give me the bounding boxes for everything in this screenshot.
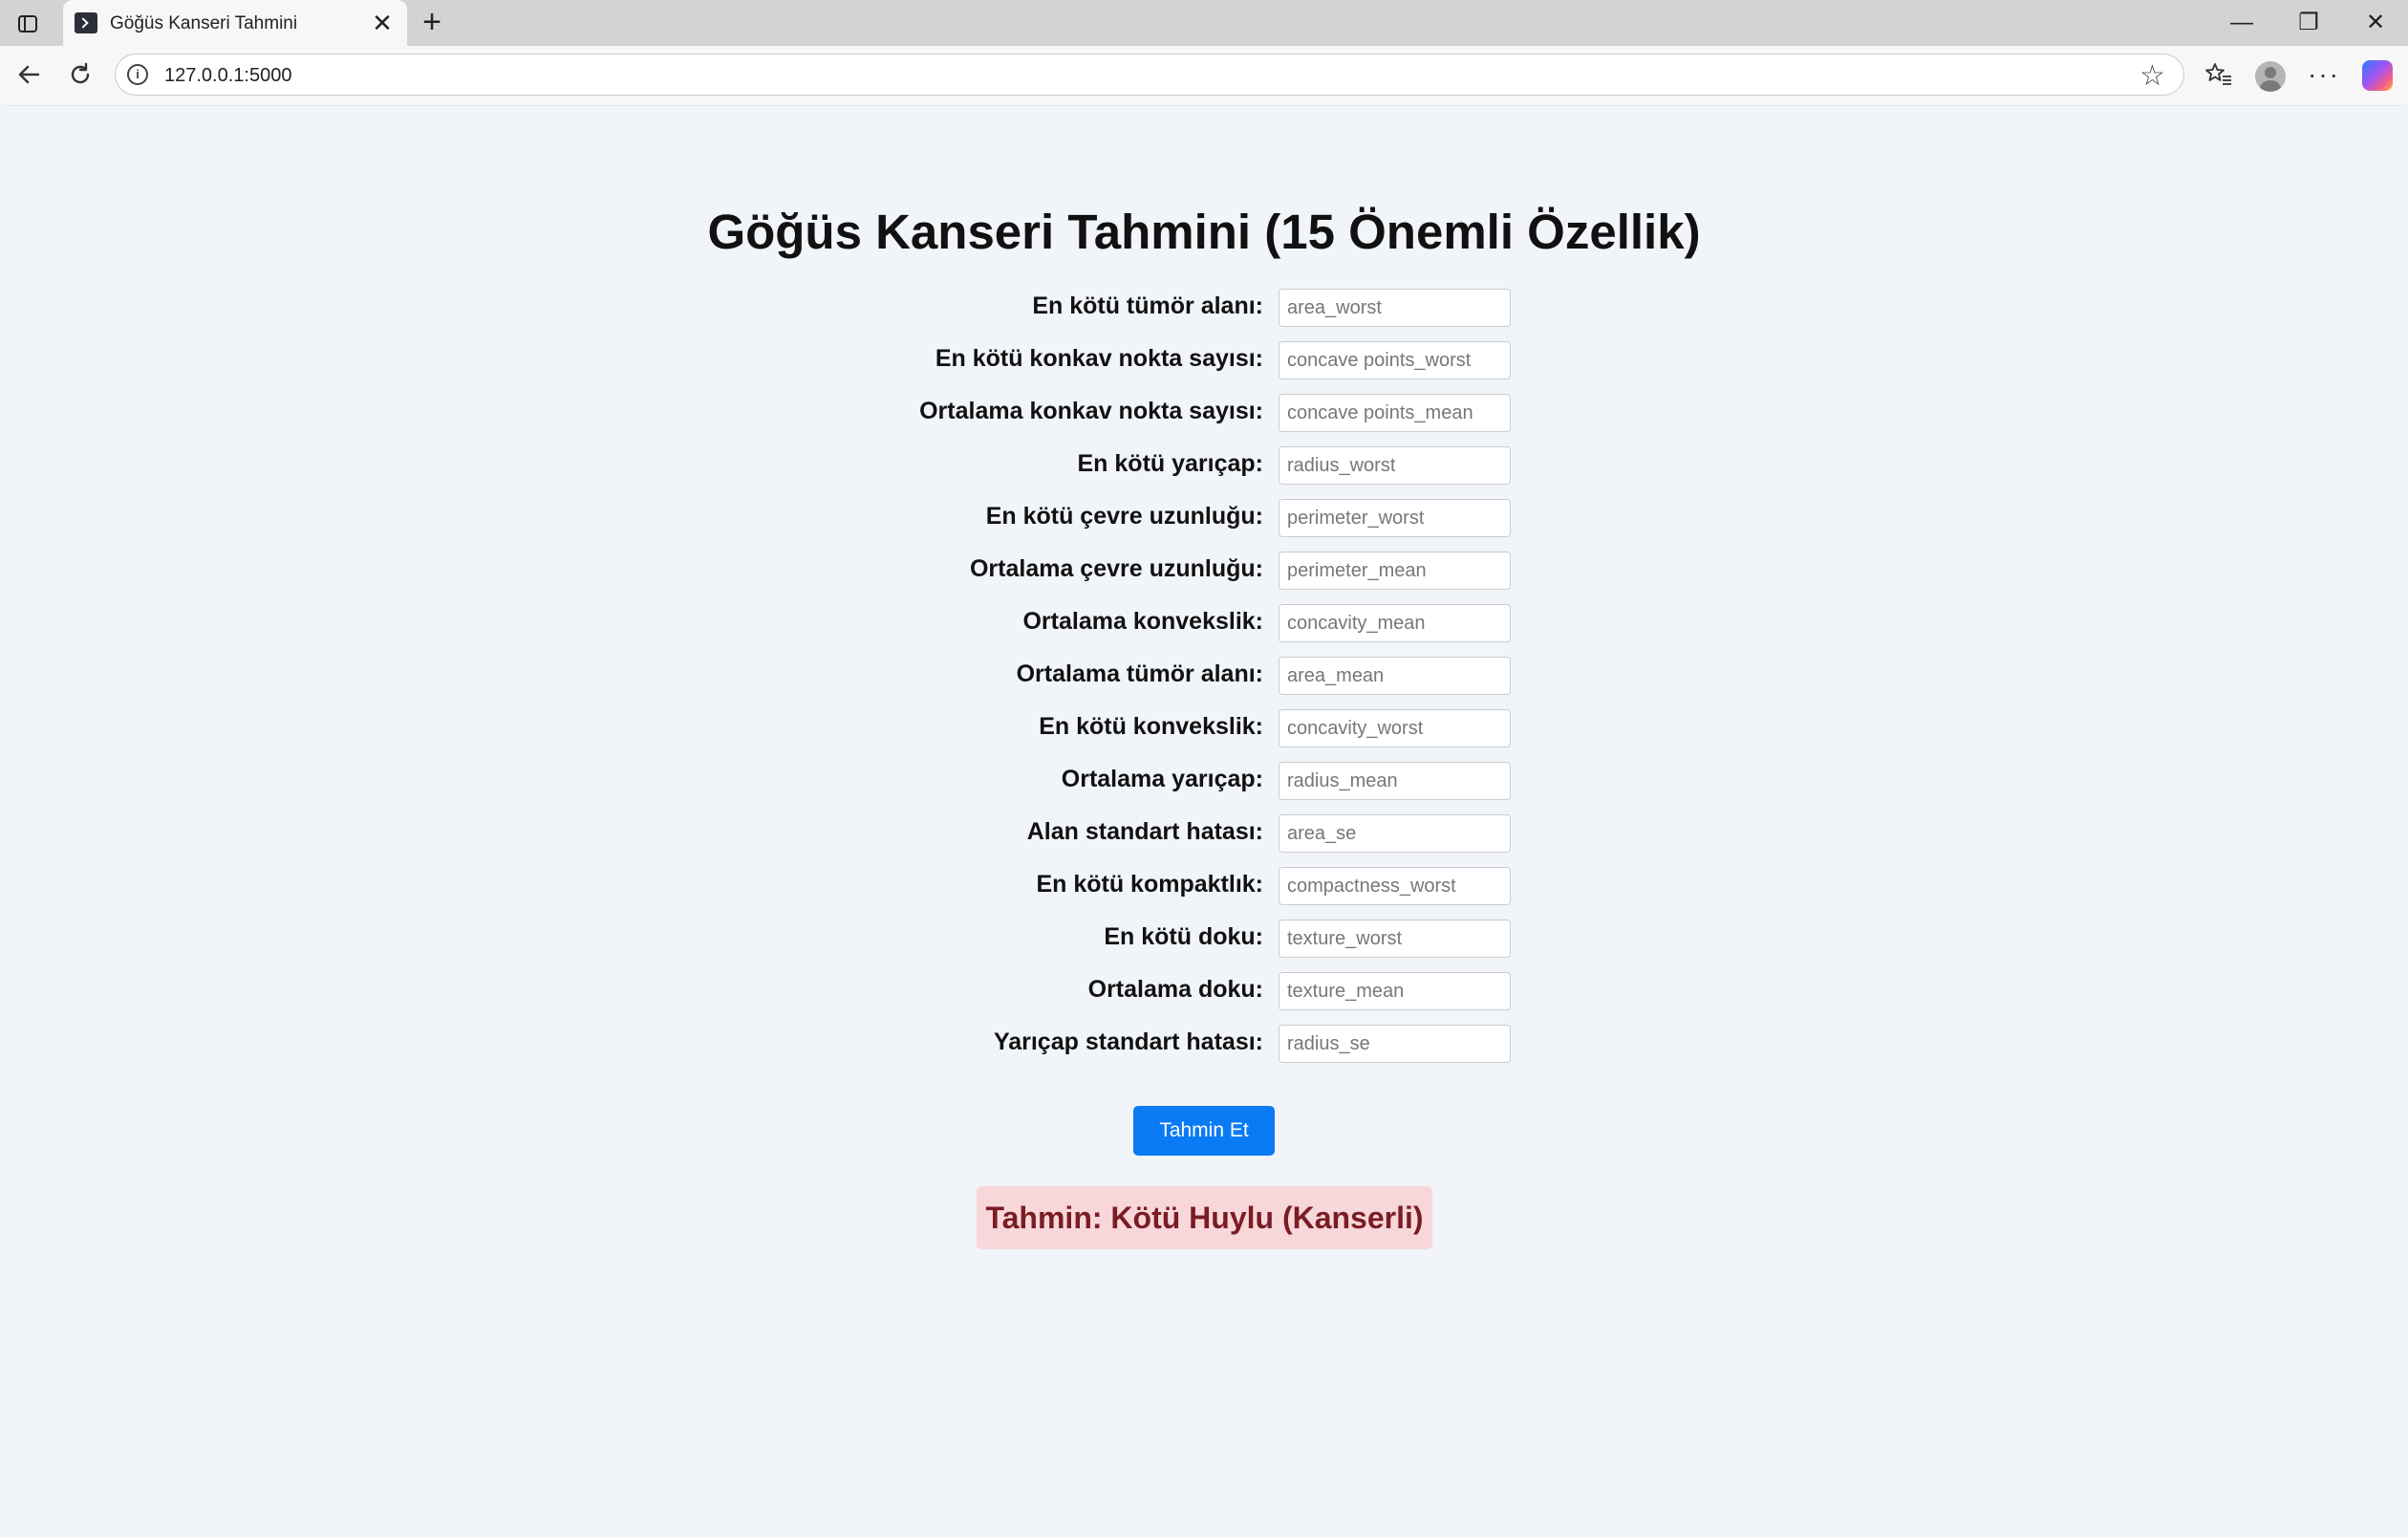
field-label: En kötü yarıçap: [1077, 450, 1264, 477]
concavity-worst-input[interactable] [1279, 709, 1511, 747]
field-label: En kötü kompaktlık: [1036, 871, 1263, 898]
perimeter-mean-input[interactable] [1279, 552, 1511, 590]
minimize-icon[interactable]: — [2223, 8, 2261, 38]
tab-close-icon[interactable]: ✕ [369, 10, 396, 36]
prediction-result: Tahmin: Kötü Huylu (Kanserli) [977, 1186, 1432, 1249]
compactness-worst-input[interactable] [1279, 867, 1511, 905]
texture-mean-input[interactable] [1279, 972, 1511, 1010]
refresh-icon [71, 62, 90, 84]
radius-worst-input[interactable] [1279, 446, 1511, 485]
favorites-list-icon [2205, 63, 2231, 85]
field-label: En kötü çevre uzunluğu: [985, 503, 1263, 530]
concave-points-mean-input[interactable] [1279, 394, 1511, 432]
terminal-favicon-icon [75, 12, 97, 33]
restore-icon[interactable]: ❐ [2290, 8, 2328, 38]
radius-se-input[interactable] [1279, 1025, 1511, 1063]
field-label: Yarıçap standart hatası: [993, 1028, 1263, 1055]
field-row-compactness-worst: En kötü kompaktlık: [6, 867, 2402, 905]
radius-mean-input[interactable] [1279, 762, 1511, 800]
field-row-radius-worst: En kötü yarıçap: [6, 446, 2402, 485]
field-row-perimeter-mean: Ortalama çevre uzunluğu: [6, 552, 2402, 590]
address-bar[interactable]: i 127.0.0.1:5000 ☆ [115, 54, 2184, 96]
field-label: Ortalama konvekslik: [1022, 608, 1263, 635]
field-label: En kötü konvekslik: [1039, 713, 1263, 740]
texture-worst-input[interactable] [1279, 920, 1511, 958]
browser-toolbar: i 127.0.0.1:5000 ☆ ··· [0, 46, 2408, 103]
back-icon[interactable] [10, 55, 48, 94]
field-label: Ortalama çevre uzunluğu: [969, 555, 1263, 582]
concavity-mean-input[interactable] [1279, 604, 1511, 642]
page-title: Göğüs Kanseri Tahmini (15 Önemli Özellik… [707, 205, 1701, 259]
area-worst-input[interactable] [1279, 289, 1511, 327]
field-row-radius-mean: Ortalama yarıçap: [6, 762, 2402, 800]
active-tab[interactable]: Göğüs Kanseri Tahmini ✕ [63, 0, 407, 46]
perimeter-worst-input[interactable] [1279, 499, 1511, 537]
site-info-icon[interactable]: i [127, 64, 148, 85]
back-arrow-icon [18, 65, 40, 84]
field-row-perimeter-worst: En kötü çevre uzunluğu: [6, 499, 2402, 537]
reload-icon[interactable] [61, 55, 99, 94]
field-row-texture-mean: Ortalama doku: [6, 972, 2402, 1010]
field-row-area-mean: Ortalama tümör alanı: [6, 657, 2402, 695]
profile-avatar[interactable] [2255, 61, 2286, 92]
field-label: Ortalama tümör alanı: [1016, 660, 1263, 687]
field-label: Ortalama doku: [1087, 976, 1263, 1003]
field-label: Ortalama konkav nokta sayısı: [919, 398, 1263, 424]
tab-title: Göğüs Kanseri Tahmini [110, 13, 298, 33]
url-text[interactable]: 127.0.0.1:5000 [164, 65, 291, 87]
concave-points-worst-input[interactable] [1279, 341, 1511, 379]
tab-actions-icon[interactable] [13, 10, 42, 38]
tab-strip: Göğüs Kanseri Tahmini ✕ + — ❐ ✕ [0, 0, 2408, 46]
field-row-texture-worst: En kötü doku: [6, 920, 2402, 958]
field-row-radius-se: Yarıçap standart hatası: [6, 1025, 2402, 1063]
field-label: Alan standart hatası: [1026, 818, 1263, 845]
copilot-icon[interactable] [2362, 60, 2393, 91]
predict-button[interactable]: Tahmin Et [1133, 1106, 1275, 1156]
area-se-input[interactable] [1279, 814, 1511, 853]
area-mean-input[interactable] [1279, 657, 1511, 695]
more-options-icon[interactable]: ··· [2305, 55, 2343, 94]
favorites-icon[interactable] [2200, 55, 2238, 94]
field-row-area-se: Alan standart hatası: [6, 814, 2402, 853]
field-row-concavity-worst: En kötü konvekslik: [6, 709, 2402, 747]
favorite-star-icon[interactable]: ☆ [2139, 59, 2165, 93]
field-row-concave-points-mean: Ortalama konkav nokta sayısı: [6, 394, 2402, 432]
window-close-icon[interactable]: ✕ [2356, 8, 2395, 38]
field-row-area-worst: En kötü tümör alanı: [6, 289, 2402, 327]
field-label: En kötü doku: [1104, 923, 1263, 950]
field-row-concave-points-worst: En kötü konkav nokta sayısı: [6, 341, 2402, 379]
field-label: En kötü tümör alanı: [1032, 292, 1263, 319]
page-content: Göğüs Kanseri Tahmini (15 Önemli Özellik… [6, 105, 2402, 1533]
field-row-concavity-mean: Ortalama konvekslik: [6, 604, 2402, 642]
field-label: En kötü konkav nokta sayısı: [935, 345, 1263, 372]
new-tab-icon[interactable]: + [417, 6, 447, 38]
sidebar-panel-icon [18, 15, 37, 32]
field-label: Ortalama yarıçap: [1061, 766, 1263, 792]
